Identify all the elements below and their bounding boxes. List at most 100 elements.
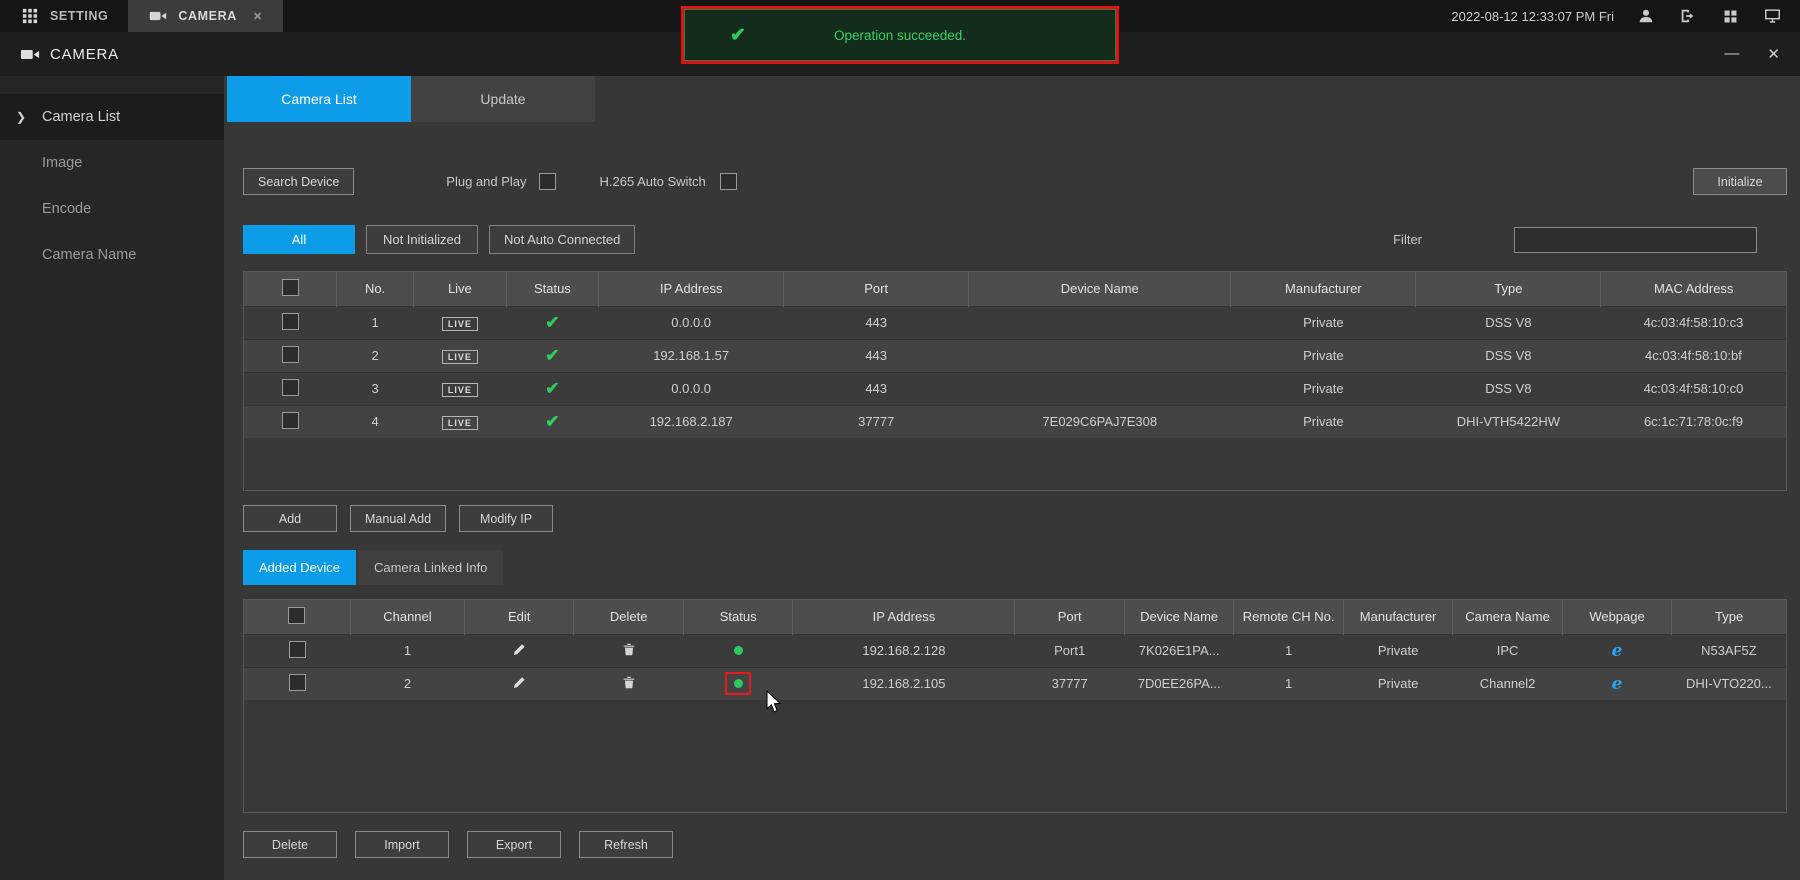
cell-type: DSS V8 [1416,339,1601,372]
column-header-camera-name[interactable]: Camera Name [1453,600,1562,634]
column-header-remote-ch-no[interactable]: Remote CH No. [1234,600,1343,634]
delete-icon[interactable] [622,642,636,657]
display-icon[interactable] [1762,6,1782,26]
sidebar-item-camera-list[interactable]: ❯Camera List [0,94,224,140]
cell-ip-address: 192.168.2.105 [793,667,1015,700]
cell-edit [464,667,573,700]
column-header-webpage[interactable]: Webpage [1562,600,1671,634]
live-badge[interactable]: LIVE [442,350,478,364]
toast-message: Operation succeeded. [834,28,966,43]
close-tab-icon[interactable]: ✕ [253,10,263,23]
column-header-manufacturer[interactable]: Manufacturer [1343,600,1452,634]
table-row[interactable]: 2LIVE✔192.168.1.57443PrivateDSS V84c:03:… [244,339,1786,372]
import-button[interactable]: Import [355,831,449,858]
webpage-ie-icon[interactable]: e [1612,674,1623,694]
column-header-live[interactable]: Live [414,272,507,306]
column-header-mac-address[interactable]: MAC Address [1601,272,1786,306]
minimize-icon[interactable]: — [1724,45,1739,63]
delete-button[interactable]: Delete [243,831,337,858]
initialize-button[interactable]: Initialize [1693,168,1787,195]
table-row[interactable]: 2192.168.2.105377777D0EE26PA...1PrivateC… [244,667,1786,700]
column-header-no[interactable]: No. [337,272,414,306]
sidebar-item-camera-name[interactable]: Camera Name [0,232,224,278]
manual-add-button[interactable]: Manual Add [350,505,446,532]
toast-operation-succeeded: ✔ Operation succeeded. [681,6,1119,64]
cell-status [683,634,792,667]
column-header-port[interactable]: Port [784,272,969,306]
column-header-channel[interactable]: Channel [350,600,464,634]
filter-tab-not-auto-connected[interactable]: Not Auto Connected [489,225,635,254]
sidebar-item-label: Camera List [42,109,120,125]
live-badge[interactable]: LIVE [442,416,478,430]
edit-icon[interactable] [512,642,527,657]
edit-icon[interactable] [512,675,527,690]
row-checkbox[interactable] [289,674,306,691]
column-header-device-name[interactable]: Device Name [969,272,1231,306]
search-device-button[interactable]: Search Device [243,168,354,195]
refresh-button[interactable]: Refresh [579,831,673,858]
taskbar-tab-camera[interactable]: CAMERA ✕ [128,0,282,32]
delete-icon[interactable] [622,675,636,690]
webpage-ie-icon[interactable]: e [1612,641,1623,661]
select-all-cell [244,600,350,634]
logout-icon[interactable] [1678,6,1698,26]
column-header-type[interactable]: Type [1672,600,1786,634]
export-button[interactable]: Export [467,831,561,858]
table-row[interactable]: 3LIVE✔0.0.0.0443PrivateDSS V84c:03:4f:58… [244,372,1786,405]
plug-and-play-checkbox[interactable] [539,173,556,190]
cell-status: ✔ [506,372,599,405]
added-device-table: ChannelEditDeleteStatusIP AddressPortDev… [243,599,1787,813]
live-badge[interactable]: LIVE [442,383,478,397]
column-header-device-name[interactable]: Device Name [1124,600,1233,634]
column-header-status[interactable]: Status [683,600,792,634]
h265-auto-switch-checkbox[interactable] [720,173,737,190]
row-checkbox[interactable] [282,346,299,363]
filter-row: AllNot InitializedNot Auto Connected Fil… [243,225,1787,254]
table-row[interactable]: 1LIVE✔0.0.0.0443PrivateDSS V84c:03:4f:58… [244,306,1786,339]
layout-grid-icon[interactable] [1720,6,1740,26]
cell-status: ✔ [506,339,599,372]
row-checkbox[interactable] [282,379,299,396]
filter-tab-all[interactable]: All [243,225,355,254]
cell-port: 443 [784,306,969,339]
column-header-type[interactable]: Type [1416,272,1601,306]
add-button[interactable]: Add [243,505,337,532]
row-select-cell [244,306,337,339]
tab-camera-linked-info[interactable]: Camera Linked Info [358,550,503,585]
cell-camera-name: Channel2 [1453,667,1562,700]
taskbar-tab-setting[interactable]: SETTING [0,0,128,32]
column-header-delete[interactable]: Delete [574,600,683,634]
tab-added-device[interactable]: Added Device [243,550,356,585]
row-checkbox[interactable] [282,412,299,429]
row-checkbox[interactable] [282,313,299,330]
tab-camera-list[interactable]: Camera List [227,76,411,122]
row-checkbox[interactable] [289,641,306,658]
cell-device-name: 7E029C6PAJ7E308 [969,405,1231,438]
row-select-cell [244,405,337,438]
table-row[interactable]: 4LIVE✔192.168.2.187377777E029C6PAJ7E308P… [244,405,1786,438]
column-header-ip-address[interactable]: IP Address [793,600,1015,634]
select-all-checkbox[interactable] [288,607,305,624]
cell-live: LIVE [414,306,507,339]
filter-tab-not-initialized[interactable]: Not Initialized [366,225,478,254]
modify-ip-button[interactable]: Modify IP [459,505,553,532]
cell-device-name: 7D0EE26PA... [1124,667,1233,700]
column-header-manufacturer[interactable]: Manufacturer [1231,272,1416,306]
column-header-edit[interactable]: Edit [464,600,573,634]
user-icon[interactable] [1636,6,1656,26]
filter-input[interactable] [1514,227,1757,253]
camera-tab-label: CAMERA [178,9,236,23]
column-header-ip-address[interactable]: IP Address [599,272,784,306]
sidebar-item-encode[interactable]: Encode [0,186,224,232]
tab-update[interactable]: Update [411,76,595,122]
cell-status [683,667,792,700]
close-icon[interactable]: ✕ [1767,45,1780,63]
cell-manufacturer: Private [1343,667,1452,700]
column-header-port[interactable]: Port [1015,600,1124,634]
table-row[interactable]: 1192.168.2.128Port17K026E1PA...1PrivateI… [244,634,1786,667]
live-badge[interactable]: LIVE [442,317,478,331]
cell-delete [574,667,683,700]
column-header-status[interactable]: Status [506,272,599,306]
sidebar-item-image[interactable]: Image [0,140,224,186]
select-all-checkbox[interactable] [282,279,299,296]
